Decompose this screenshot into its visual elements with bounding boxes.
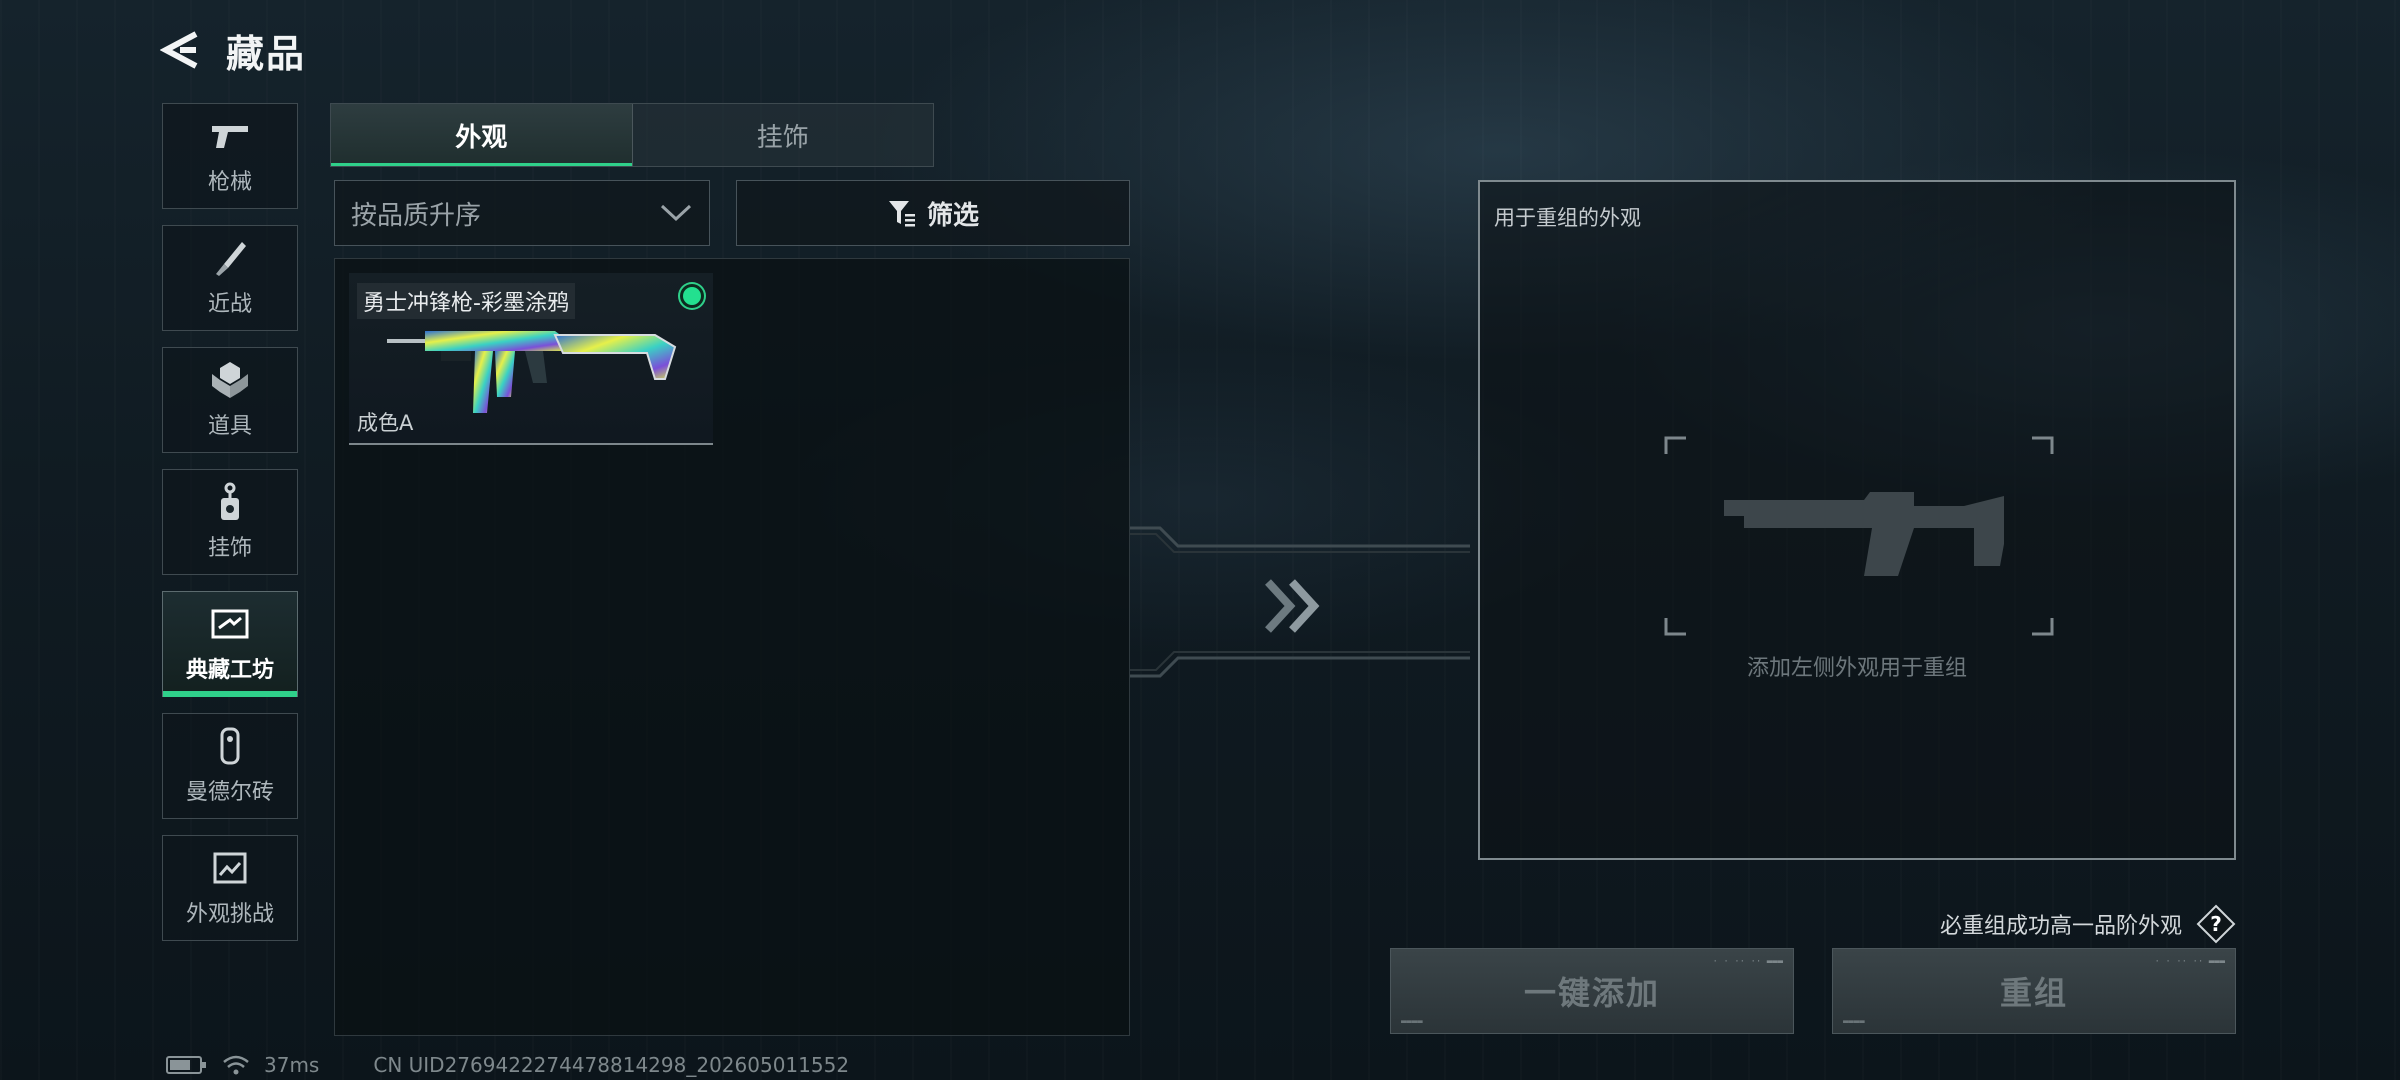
svg-text:?: ? xyxy=(2210,912,2222,936)
recombine-rule: 必重组成功高一品阶外观 ? xyxy=(1940,904,2236,944)
add-all-label: 一键添加 xyxy=(1523,974,1660,1012)
filter-icon xyxy=(888,201,915,227)
category-label: 典藏工坊 xyxy=(185,658,274,683)
filter-button[interactable]: 筛选 xyxy=(736,180,1130,246)
category-label: 道具 xyxy=(207,414,252,439)
brick-icon xyxy=(207,726,253,766)
user-uid: CN UID2769422274478814298_202605011552 xyxy=(373,1053,850,1077)
category-items[interactable]: 道具 xyxy=(162,347,298,453)
chevron-down-icon xyxy=(660,204,692,222)
empty-weapon-slot[interactable] xyxy=(1664,436,2054,636)
button-decoration: ▬▬▬▬ xyxy=(1843,1017,1865,1027)
tab-charms[interactable]: 挂饰 xyxy=(631,104,934,166)
category-label: 近战 xyxy=(207,292,252,317)
knife-icon xyxy=(207,238,253,278)
recombine-panel-title: 用于重组的外观 xyxy=(1494,206,1641,230)
button-decoration: · · ·· ·· ▬▬▬ xyxy=(1712,957,1783,967)
status-bar: 37ms CN UID2769422274478814298_202605011… xyxy=(166,1053,850,1077)
grenade-icon xyxy=(207,360,253,400)
challenge-icon xyxy=(207,848,253,888)
rule-text: 必重组成功高一品阶外观 xyxy=(1939,914,2182,939)
page-title: 藏品 xyxy=(226,31,307,76)
battery-icon xyxy=(166,1056,206,1074)
recombine-panel: 用于重组的外观 xyxy=(1478,180,2236,860)
back-arrow-icon[interactable] xyxy=(160,28,204,72)
charm-icon xyxy=(207,482,253,522)
button-decoration: · · ·· ·· ▬▬▬ xyxy=(2154,957,2225,967)
tab-appearance[interactable]: 外观 xyxy=(331,104,632,166)
recombine-hint: 添加左侧外观用于重组 xyxy=(1746,656,1967,681)
tab-bar: 外观 挂饰 xyxy=(330,103,934,167)
smg-skin-image xyxy=(387,331,677,413)
recombine-label: 重组 xyxy=(1999,974,2068,1012)
category-label: 枪械 xyxy=(207,170,252,195)
add-all-button[interactable]: · · ·· ·· ▬▬▬ ▬▬▬▬ 一键添加 xyxy=(1390,948,1794,1034)
category-workshop[interactable]: 典藏工坊 xyxy=(162,591,298,697)
sort-dropdown[interactable]: 按品质升序 xyxy=(334,180,710,246)
skin-name: 勇士冲锋枪-彩墨涂鸦 xyxy=(357,283,575,319)
wifi-icon xyxy=(223,1055,249,1075)
button-decoration: ▬▬▬▬ xyxy=(1401,1017,1423,1027)
category-mandel[interactable]: 曼德尔砖 xyxy=(162,713,298,819)
category-label: 曼德尔砖 xyxy=(185,780,274,805)
help-icon[interactable]: ? xyxy=(2196,904,2236,944)
ping-value: 37ms xyxy=(264,1053,320,1077)
header: 藏品 xyxy=(160,22,306,78)
category-charms[interactable]: 挂饰 xyxy=(162,469,298,575)
double-chevron-right-icon xyxy=(1265,579,1320,633)
inventory-panel: 勇士冲锋枪-彩墨涂鸦 成色A xyxy=(334,258,1130,1036)
selected-indicator xyxy=(683,287,701,305)
category-challenge[interactable]: 外观挑战 xyxy=(162,835,298,941)
skin-card[interactable]: 勇士冲锋枪-彩墨涂鸦 成色A xyxy=(349,273,713,445)
sort-selected-value: 按品质升序 xyxy=(351,200,482,231)
category-melee[interactable]: 近战 xyxy=(162,225,298,331)
pistol-icon xyxy=(207,116,253,156)
workshop-icon xyxy=(207,604,253,644)
filter-label: 筛选 xyxy=(926,200,979,231)
category-label: 挂饰 xyxy=(207,536,252,561)
recombine-button[interactable]: · · ·· ·· ▬▬▬ ▬▬▬▬ 重组 xyxy=(1832,948,2236,1034)
skin-grade: 成色A xyxy=(357,411,414,435)
category-label: 外观挑战 xyxy=(185,902,274,927)
category-guns[interactable]: 枪械 xyxy=(162,103,298,209)
